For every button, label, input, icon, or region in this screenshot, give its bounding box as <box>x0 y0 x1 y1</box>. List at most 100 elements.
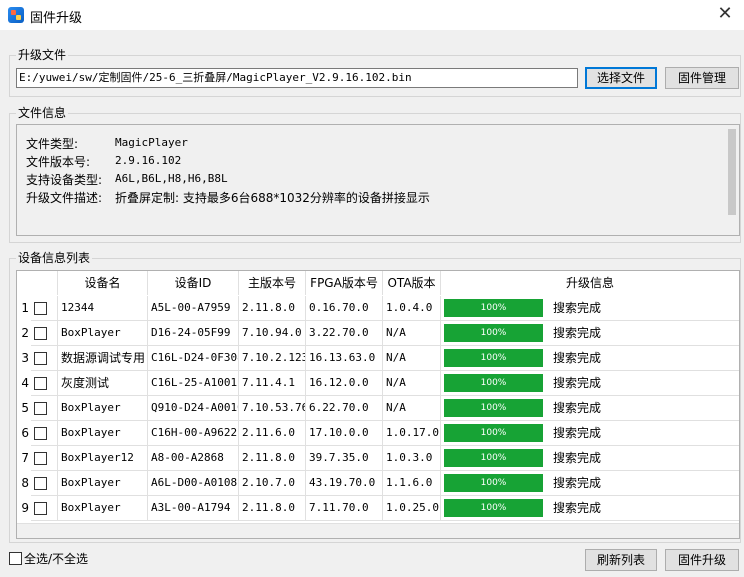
device-name-cell: BoxPlayer <box>58 421 148 446</box>
upgrade-status: 搜索完成 <box>553 301 602 315</box>
device-name-cell: BoxPlayer12 <box>58 446 148 471</box>
file-type-value: MagicPlayer <box>115 136 188 149</box>
device-table: 设备名 设备ID 主版本号 FPGA版本号 OTA版本 升级信息 1 12344 A… <box>16 270 740 539</box>
main-version-cell: 7.10.2.123 <box>239 346 306 371</box>
device-name-cell: BoxPlayer <box>58 471 148 496</box>
checkbox-cell <box>31 321 58 346</box>
table-row[interactable]: 8 BoxPlayer A6L-D00-A0108 2.10.7.0 43.19.70.… <box>17 471 739 496</box>
upgrade-status: 搜索完成 <box>553 451 602 465</box>
upgrade-progress-bar: 100% <box>444 374 543 392</box>
select-file-button[interactable]: 选择文件 <box>585 67 657 89</box>
info-scrollbar[interactable] <box>728 129 736 215</box>
header-device-name[interactable]: 设备名 <box>58 271 148 295</box>
main-version-cell: 2.11.6.0 <box>239 421 306 446</box>
table-row[interactable]: 6 BoxPlayer C16H-00-A9622 2.11.6.0 17.10.0.0… <box>17 421 739 446</box>
table-row[interactable]: 4 灰度测试 C16L-25-A1001 7.11.4.1 16.12.0.0 N/A 10… <box>17 371 739 396</box>
device-name-cell: BoxPlayer <box>58 321 148 346</box>
ota-version-cell: N/A <box>383 346 441 371</box>
title-bar: 固件升级 ✕ <box>0 0 744 30</box>
file-description-label: 升级文件描述: <box>26 191 103 205</box>
ota-version-cell: 1.0.17.0 <box>383 421 441 446</box>
file-info-group-title: 文件信息 <box>16 104 69 121</box>
upgrade-status: 搜索完成 <box>553 326 602 340</box>
table-row[interactable]: 5 BoxPlayer Q910-D24-A0010 7.10.53.76 6.22.7… <box>17 396 739 421</box>
checkbox-cell <box>31 371 58 396</box>
row-number: 6 <box>21 426 29 440</box>
row-number: 4 <box>21 376 29 390</box>
header-fpga-version[interactable]: FPGA版本号 <box>306 271 383 295</box>
row-checkbox[interactable] <box>34 352 47 365</box>
table-horizontal-scrollbar[interactable] <box>17 523 739 538</box>
table-row[interactable]: 1 12344 A5L-00-A7959 2.11.8.0 0.16.70.0 1.0.4… <box>17 296 739 321</box>
device-name-cell: 灰度测试 <box>58 371 148 396</box>
table-row[interactable]: 2 BoxPlayer D16-24-05F99 7.10.94.0 3.22.70.0… <box>17 321 739 346</box>
row-number: 1 <box>21 301 29 315</box>
file-version-value: 2.9.16.102 <box>115 154 182 167</box>
supported-devices-value: A6L,B6L,H8,H6,B8L <box>115 172 228 185</box>
ota-version-cell: 1.0.4.0 <box>383 296 441 321</box>
file-description-value: 折叠屏定制: 支持最多6台688*1032分辨率的设备拼接显示 <box>115 191 430 205</box>
header-main-version[interactable]: 主版本号 <box>239 271 306 295</box>
main-version-cell: 2.11.8.0 <box>239 446 306 471</box>
row-checkbox[interactable] <box>34 427 47 440</box>
ota-version-cell: N/A <box>383 396 441 421</box>
fpga-version-cell: 17.10.0.0 <box>306 421 383 446</box>
row-checkbox[interactable] <box>34 377 47 390</box>
fpga-version-cell: 7.11.70.0 <box>306 496 383 521</box>
ota-version-cell: 1.0.3.0 <box>383 446 441 471</box>
refresh-list-button[interactable]: 刷新列表 <box>585 549 657 571</box>
device-list-group-title: 设备信息列表 <box>16 249 93 266</box>
row-checkbox[interactable] <box>34 452 47 465</box>
checkbox-cell <box>31 296 58 321</box>
select-all-checkbox[interactable] <box>9 552 22 565</box>
fpga-version-cell: 6.22.70.0 <box>306 396 383 421</box>
row-number: 2 <box>21 326 29 340</box>
header-device-id[interactable]: 设备ID <box>148 271 239 295</box>
row-checkbox[interactable] <box>34 477 47 490</box>
upgrade-file-group-title: 升级文件 <box>16 46 69 63</box>
main-version-cell: 7.10.94.0 <box>239 321 306 346</box>
file-path-input[interactable]: E:/yuwei/sw/定制固件/25-6_三折叠屏/MagicPlayer_V… <box>16 68 578 88</box>
upgrade-status: 搜索完成 <box>553 401 602 415</box>
file-info-panel: 文件类型: MagicPlayer 文件版本号: 2.9.16.102 支持设备… <box>16 124 740 236</box>
row-checkbox[interactable] <box>34 502 47 515</box>
row-checkbox[interactable] <box>34 402 47 415</box>
firmware-manage-button[interactable]: 固件管理 <box>665 67 739 89</box>
upgrade-progress-bar: 100% <box>444 474 543 492</box>
upgrade-progress-bar: 100% <box>444 324 543 342</box>
device-name-cell: 数据源调试专用 <box>58 346 148 371</box>
table-row[interactable]: 3 数据源调试专用 C16L-D24-0F308 7.10.2.123 16.13.63… <box>17 346 739 371</box>
firmware-upgrade-button[interactable]: 固件升级 <box>665 549 739 571</box>
main-version-cell: 7.11.4.1 <box>239 371 306 396</box>
header-corner <box>17 271 58 295</box>
row-number: 7 <box>21 451 29 465</box>
upgrade-status: 搜索完成 <box>553 351 602 365</box>
header-upgrade-info[interactable]: 升级信息 <box>441 271 739 295</box>
select-all-label[interactable]: 全选/不全选 <box>24 550 88 567</box>
ota-version-cell: 1.1.6.0 <box>383 471 441 496</box>
upgrade-status: 搜索完成 <box>553 476 602 490</box>
table-row[interactable]: 7 BoxPlayer12 A8-00-A2868 2.11.8.0 39.7.35.0… <box>17 446 739 471</box>
device-id-cell: A5L-00-A7959 <box>148 296 239 321</box>
device-name-cell: BoxPlayer <box>58 396 148 421</box>
fpga-version-cell: 43.19.70.0 <box>306 471 383 496</box>
main-version-cell: 7.10.53.76 <box>239 396 306 421</box>
fpga-version-cell: 16.13.63.0 <box>306 346 383 371</box>
device-id-cell: C16H-00-A9622 <box>148 421 239 446</box>
main-version-cell: 2.11.8.0 <box>239 496 306 521</box>
row-checkbox[interactable] <box>34 327 47 340</box>
row-checkbox[interactable] <box>34 302 47 315</box>
supported-devices-label: 支持设备类型: <box>26 173 103 187</box>
checkbox-cell <box>31 471 58 496</box>
main-version-cell: 2.10.7.0 <box>239 471 306 496</box>
header-ota-version[interactable]: OTA版本 <box>383 271 441 295</box>
upgrade-status: 搜索完成 <box>553 426 602 440</box>
close-icon[interactable]: ✕ <box>712 2 738 26</box>
checkbox-cell <box>31 396 58 421</box>
table-row[interactable]: 9 BoxPlayer A3L-00-A1794 2.11.8.0 7.11.70.0 1… <box>17 496 739 521</box>
upgrade-progress-bar: 100% <box>444 299 543 317</box>
upgrade-progress-bar: 100% <box>444 424 543 442</box>
device-id-cell: C16L-D24-0F308 <box>148 346 239 371</box>
row-number: 9 <box>21 501 29 515</box>
fpga-version-cell: 0.16.70.0 <box>306 296 383 321</box>
